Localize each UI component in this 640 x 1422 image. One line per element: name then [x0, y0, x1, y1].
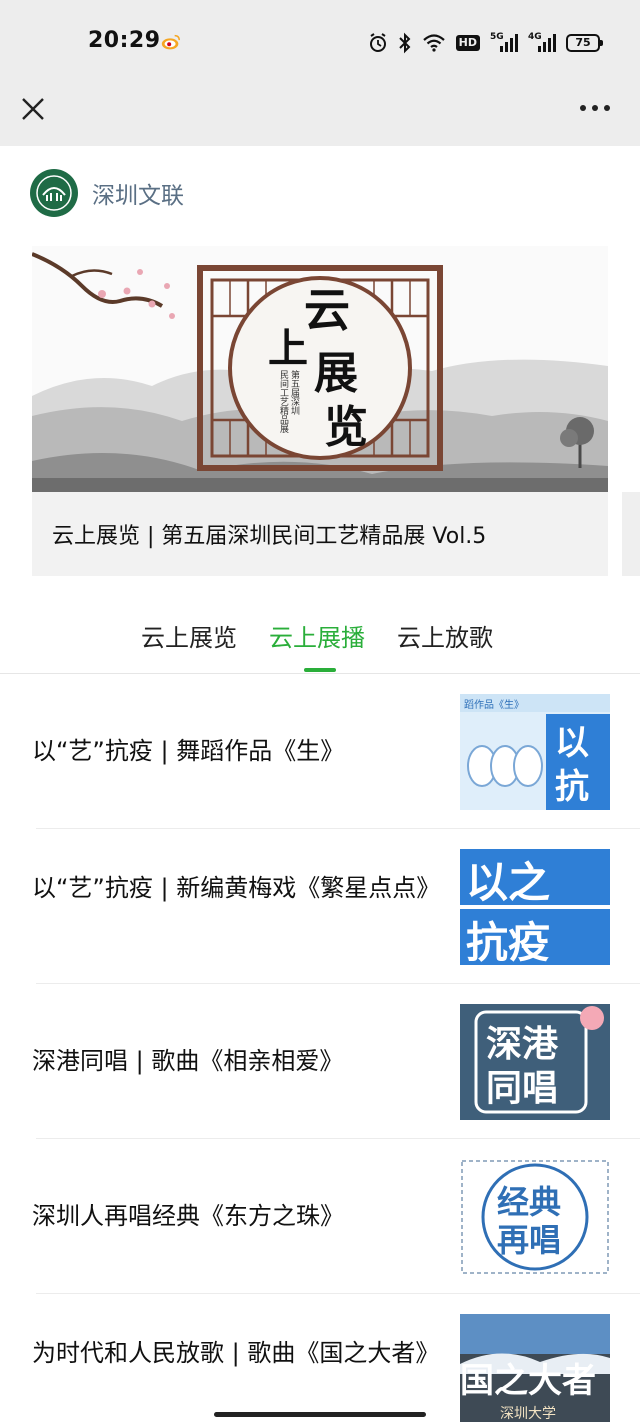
banner-next-card-peek[interactable]	[622, 492, 640, 576]
thumbnail-art: 深港 同唱	[460, 1004, 610, 1120]
banner-char-zhan: 展	[314, 348, 358, 399]
banner-char-shang: 上	[268, 325, 308, 372]
tab-cloud-exhibition[interactable]: 云上展览	[141, 618, 237, 653]
banner-image[interactable]: 云 上 展 览 第五届深圳 民间工艺精品展	[32, 246, 608, 492]
battery-level: 75	[575, 36, 591, 49]
thumb-big-title: 国之大者	[460, 1361, 596, 1401]
list-item-thumbnail[interactable]: 深港 同唱	[460, 1004, 610, 1120]
list-item-title[interactable]: 以“艺”抗疫 | 舞蹈作品《生》	[32, 732, 432, 770]
wifi-icon	[422, 34, 445, 52]
banner-char-yun: 云	[304, 283, 350, 337]
account-name[interactable]: 深圳文联	[92, 176, 184, 210]
signal-4g-icon: 4G	[528, 32, 556, 54]
tab-cloud-songs[interactable]: 云上放歌	[397, 618, 493, 653]
banner-caption[interactable]: 云上展览 | 第五届深圳民间工艺精品展 Vol.5	[52, 518, 486, 550]
list-item-thumbnail[interactable]: 经典 再唱	[460, 1159, 610, 1275]
thumb-line1: 经典	[497, 1183, 561, 1221]
list-item-thumbnail[interactable]: 以之 抗疫	[460, 849, 610, 965]
status-icons: HD 5G 4G 75	[368, 30, 603, 56]
list-item-thumbnail[interactable]: 蹈作品《生》 以 抗	[460, 694, 610, 810]
account-logo-mark	[36, 175, 72, 211]
banner-char-lan: 览	[324, 402, 368, 453]
hd-icon: HD	[455, 35, 480, 51]
thumb-line2: 再唱	[497, 1221, 561, 1259]
banner-subtitle-1: 第五届深圳	[289, 369, 300, 415]
thumb-tag: 蹈作品《生》	[464, 698, 524, 711]
status-bar: 20:29 HD 5G 4G 75	[0, 0, 640, 86]
thumb-line2: 同唱	[486, 1068, 558, 1109]
thumb-watermark: 深圳大学	[500, 1406, 556, 1422]
thumbnail-art: 经典 再唱	[460, 1159, 610, 1275]
thumb-line2: 抗疫	[466, 918, 550, 965]
list-item-title[interactable]: 为时代和人民放歌 | 歌曲《国之大者》	[32, 1334, 439, 1372]
status-time: 20:29	[88, 28, 161, 53]
banner-subtitle-2: 民间工艺精品展	[278, 370, 289, 434]
list-item-title[interactable]: 深圳人再唱经典《东方之珠》	[32, 1197, 432, 1235]
list-item[interactable]: 为时代和人民放歌 | 歌曲《国之大者》 国之大者 深圳大学	[0, 1294, 640, 1422]
alarm-icon	[369, 33, 386, 52]
account-header[interactable]: 深圳文联	[30, 168, 184, 218]
signal-5g-icon: 5G	[490, 32, 518, 54]
tab-active-indicator	[304, 668, 336, 672]
banner-artwork: 云 上 展 览 第五届深圳 民间工艺精品展	[32, 252, 608, 492]
list-item[interactable]: 深圳人再唱经典《东方之珠》 经典 再唱	[0, 1139, 640, 1294]
thumb-line1: 以	[555, 723, 589, 763]
thumb-line1: 以之	[466, 858, 550, 907]
home-indicator[interactable]	[214, 1412, 426, 1417]
close-icon[interactable]	[18, 94, 48, 124]
thumb-line1: 深港	[486, 1024, 559, 1065]
thumb-line2: 抗	[555, 767, 589, 807]
list-item-thumbnail[interactable]: 国之大者 深圳大学	[460, 1314, 610, 1422]
thumbnail-art: 以之 抗疫	[460, 849, 610, 965]
bluetooth-icon	[398, 32, 411, 54]
weibo-icon	[161, 34, 180, 50]
banner-card[interactable]: 云 上 展 览 第五届深圳 民间工艺精品展 云上展览 | 第五届深圳民间工艺精品…	[32, 246, 608, 576]
battery-icon: 75	[566, 34, 603, 52]
more-icon[interactable]	[580, 104, 610, 112]
list-item[interactable]: 以“艺”抗疫 | 舞蹈作品《生》 蹈作品《生》 以 抗	[0, 674, 640, 829]
list-item[interactable]: 深港同唱 | 歌曲《相亲相爱》 深港 同唱	[0, 984, 640, 1139]
thumbnail-art: 国之大者 深圳大学	[460, 1314, 610, 1422]
list-item-title[interactable]: 深港同唱 | 歌曲《相亲相爱》	[32, 1042, 432, 1080]
tab-bar: 云上展览 云上展播 云上放歌	[0, 612, 640, 674]
nav-bar	[0, 86, 640, 146]
account-logo	[30, 169, 78, 217]
list-item-title[interactable]: 以“艺”抗疫 | 新编黄梅戏《繁星点点》	[32, 869, 440, 907]
tab-cloud-broadcast[interactable]: 云上展播	[269, 618, 365, 653]
thumbnail-art: 蹈作品《生》 以 抗	[460, 694, 610, 810]
list-item[interactable]: 以“艺”抗疫 | 新编黄梅戏《繁星点点》 以之 抗疫	[0, 829, 640, 984]
